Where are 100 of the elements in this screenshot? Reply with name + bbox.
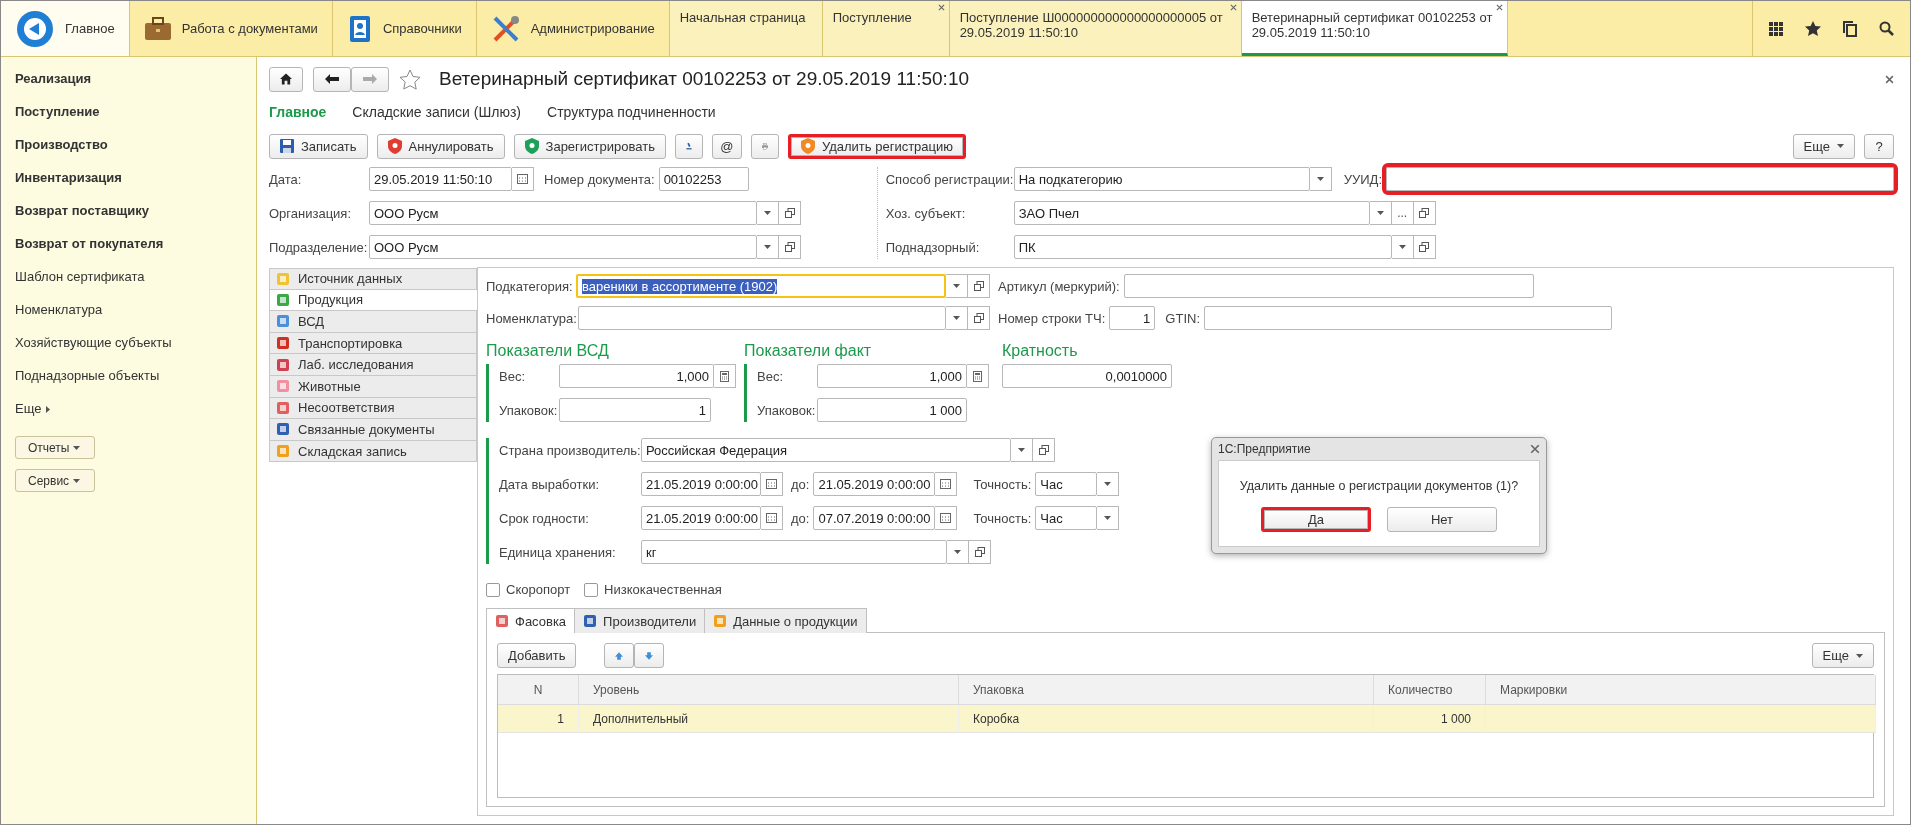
input-field[interactable]: кг xyxy=(641,540,947,564)
tab[interactable]: Данные о продукции xyxy=(704,608,867,633)
input-field[interactable]: 1 xyxy=(1109,306,1156,330)
dropdown-button[interactable] xyxy=(1097,506,1120,530)
apps-grid-icon[interactable] xyxy=(1769,21,1783,36)
section-item[interactable]: Складская запись xyxy=(269,440,477,463)
section-item[interactable]: Животные xyxy=(269,375,477,398)
window-tab[interactable]: Ветеринарный сертификат 00102253 от 29.05.2019 11:50:10 xyxy=(1241,1,1508,56)
dropdown-button[interactable] xyxy=(947,540,969,564)
open-button[interactable] xyxy=(779,235,801,259)
dropdown-button[interactable] xyxy=(946,274,968,298)
tab[interactable]: Фасовка xyxy=(486,608,576,633)
dropdown-button[interactable] xyxy=(1097,472,1120,496)
open-button[interactable] xyxy=(779,201,801,225)
input-field[interactable]: 21.05.2019 0:00:00 xyxy=(813,472,936,496)
save-button[interactable]: Записать xyxy=(269,133,368,159)
help-button[interactable]: ? xyxy=(1864,133,1894,159)
section-item[interactable]: Продукция xyxy=(269,289,477,312)
calendar-button[interactable] xyxy=(761,472,783,496)
tab[interactable]: Производители xyxy=(574,608,706,633)
sidebar-section[interactable]: Инвентаризация xyxy=(15,168,256,201)
dropdown-button[interactable] xyxy=(757,201,779,225)
toolbar-button[interactable]: Зарегистрировать xyxy=(513,133,666,159)
more-button[interactable]: Еще xyxy=(1792,133,1855,159)
input-field[interactable]: 21.05.2019 0:00:00 xyxy=(641,472,761,496)
sidebar-button[interactable]: Отчеты xyxy=(15,436,95,459)
input-field[interactable]: 07.07.2019 0:00:00 xyxy=(813,506,936,530)
open-button[interactable] xyxy=(1413,201,1436,225)
input-field[interactable]: 1,000 xyxy=(817,364,967,388)
section-item[interactable]: ВСД xyxy=(269,311,477,333)
input-field[interactable]: 21.05.2019 0:00:00 xyxy=(641,506,761,530)
dialog-button[interactable]: Да xyxy=(1261,507,1371,532)
sidebar-section[interactable]: Поступление xyxy=(15,102,256,135)
calendar-button[interactable] xyxy=(935,472,958,496)
input-field[interactable]: ООО Русм xyxy=(369,235,757,259)
calendar-button[interactable] xyxy=(935,506,958,530)
column-header[interactable]: Упаковка xyxy=(959,675,1374,705)
choose-button[interactable]: ... xyxy=(1391,201,1414,225)
column-header[interactable]: N xyxy=(498,675,579,705)
input-field[interactable]: Час xyxy=(1035,472,1098,496)
sidebar-link[interactable]: Поднадзорные объекты xyxy=(15,366,256,399)
checkbox[interactable] xyxy=(584,582,599,597)
section-item[interactable]: Источник данных xyxy=(269,268,477,290)
more-link[interactable]: Еще xyxy=(15,399,42,432)
more-button[interactable]: Еще xyxy=(1811,643,1874,668)
calculator-button[interactable] xyxy=(967,364,989,388)
window-tab[interactable]: Поступление Ш000000000000000000005 от 29.05.2019 11:50:10 xyxy=(949,1,1242,56)
close-icon[interactable] xyxy=(1495,4,1503,11)
calendar-button[interactable] xyxy=(512,167,534,191)
checkbox[interactable] xyxy=(486,582,500,597)
window-tab[interactable]: Начальная страница xyxy=(669,1,823,56)
calculator-button[interactable] xyxy=(714,364,736,388)
input-field[interactable]: 29.05.2019 11:50:10 xyxy=(369,167,512,191)
open-button[interactable] xyxy=(969,540,991,564)
column-header[interactable]: Уровень xyxy=(579,675,959,705)
open-button[interactable] xyxy=(1413,235,1436,259)
column-header[interactable]: Маркировки xyxy=(1486,675,1876,705)
form-tab[interactable]: Структура подчиненности xyxy=(547,104,716,120)
window-tab[interactable]: Поступление xyxy=(822,1,950,56)
input-field[interactable]: Российская Федерация xyxy=(641,438,1011,462)
move-down-button[interactable] xyxy=(634,643,665,668)
input-field[interactable]: ПК xyxy=(1013,235,1392,259)
sidebar-link[interactable]: Шаблон сертификата xyxy=(15,267,256,300)
open-button[interactable] xyxy=(968,274,990,298)
open-button[interactable] xyxy=(1033,438,1055,462)
sidebar-link[interactable]: Хозяйствующие субъекты xyxy=(15,333,256,366)
email-button[interactable]: @ xyxy=(711,133,742,159)
dropdown-button[interactable] xyxy=(1011,438,1033,462)
dropdown-button[interactable] xyxy=(1369,201,1392,225)
input-field[interactable]: ЗАО Пчел xyxy=(1013,201,1370,225)
close-icon[interactable] xyxy=(1885,74,1894,84)
dropdown-button[interactable] xyxy=(1309,167,1332,191)
star-icon[interactable] xyxy=(399,68,421,90)
calendar-button[interactable] xyxy=(761,506,783,530)
dropdown-button[interactable] xyxy=(757,235,779,259)
close-icon[interactable] xyxy=(937,4,945,11)
input-field[interactable] xyxy=(578,306,946,330)
input-field[interactable]: 00102253 xyxy=(658,167,749,191)
sidebar-section[interactable]: Производство xyxy=(15,135,256,168)
input-field[interactable] xyxy=(1204,306,1612,330)
dialog-button[interactable]: Нет xyxy=(1387,507,1497,532)
star-icon[interactable] xyxy=(1805,21,1821,36)
input-field[interactable]: Час xyxy=(1035,506,1098,530)
column-header[interactable]: Количество xyxy=(1374,675,1486,705)
toolbar-button[interactable]: Удалить регистрацию xyxy=(787,133,967,159)
open-button[interactable] xyxy=(968,306,990,330)
sidebar-link[interactable]: Номенклатура xyxy=(15,300,256,333)
move-up-button[interactable] xyxy=(604,643,635,668)
sidebar-section[interactable]: Возврат поставщику xyxy=(15,201,256,234)
input-field[interactable]: ООО Русм xyxy=(369,201,757,225)
close-icon[interactable] xyxy=(1530,444,1540,454)
dropdown-button[interactable] xyxy=(1391,235,1414,259)
input-field[interactable] xyxy=(1123,274,1534,298)
search-icon[interactable] xyxy=(1879,21,1894,36)
input-field[interactable]: вареники в ассортименте (1902) xyxy=(576,274,946,298)
input-field[interactable]: 1,000 xyxy=(559,364,714,388)
input-field[interactable]: 1 xyxy=(559,398,711,422)
sidebar-section[interactable]: Возврат от покупателя xyxy=(15,234,256,267)
close-icon[interactable] xyxy=(1229,4,1237,11)
home-button[interactable] xyxy=(269,66,303,92)
